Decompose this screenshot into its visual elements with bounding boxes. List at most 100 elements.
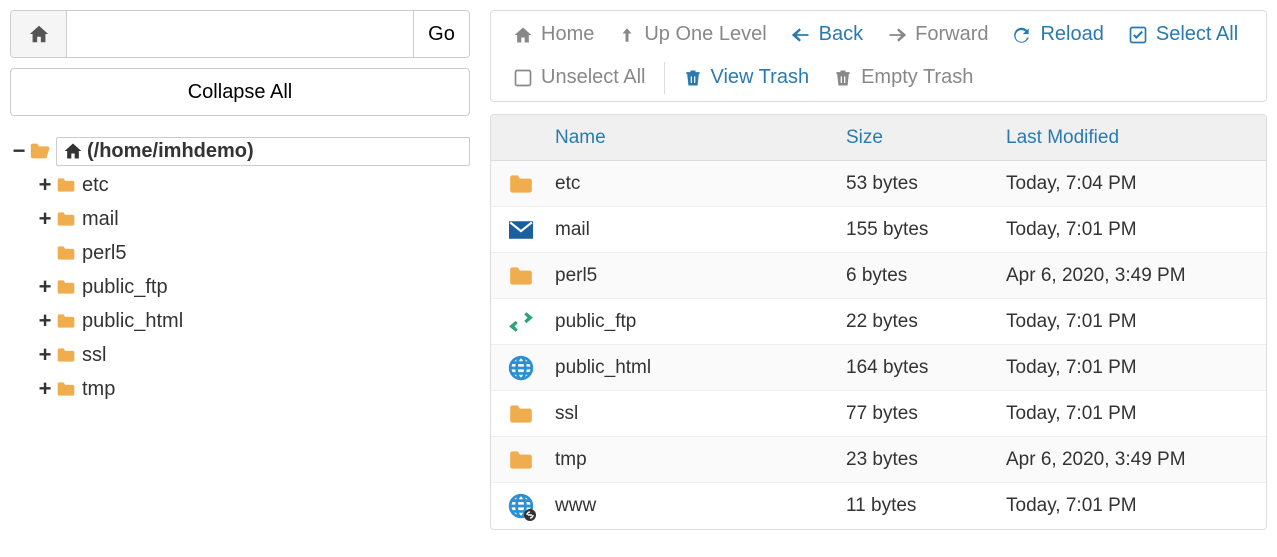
row-modified: Today, 7:04 PM: [1006, 173, 1266, 195]
toolbar: Home Up One Level Back Forward Reload Se…: [490, 10, 1267, 102]
row-icon: [491, 217, 551, 243]
folder-icon: [508, 171, 534, 197]
reload-icon: [1012, 25, 1032, 45]
toolbar-back[interactable]: Back: [779, 17, 875, 52]
toolbar-empty-trash[interactable]: Empty Trash: [821, 60, 985, 95]
row-name: etc: [551, 173, 846, 195]
toolbar-up[interactable]: Up One Level: [606, 17, 778, 52]
tree-item[interactable]: +public_ftp: [36, 270, 470, 304]
folder-icon: [54, 243, 78, 263]
row-icon: [491, 171, 551, 197]
row-icon: [491, 447, 551, 473]
toolbar-view-trash[interactable]: View Trash: [671, 60, 822, 95]
checkbox-empty-icon: [513, 68, 533, 88]
row-modified: Apr 6, 2020, 3:49 PM: [1006, 449, 1266, 471]
row-icon: [491, 263, 551, 289]
expander-icon[interactable]: +: [36, 208, 54, 230]
row-modified: Today, 7:01 PM: [1006, 403, 1266, 425]
tree-item[interactable]: + tmp: [36, 372, 470, 406]
tree-item[interactable]: perl5: [36, 236, 470, 270]
expander-icon[interactable]: +: [36, 174, 54, 196]
table-row[interactable]: tmp23 bytesApr 6, 2020, 3:49 PM: [491, 437, 1266, 483]
tree-item-label: tmp: [82, 378, 115, 401]
expander-icon[interactable]: +: [36, 344, 54, 366]
folder-icon: [54, 345, 78, 365]
arrow-up-icon: [618, 26, 636, 44]
folder-icon: [54, 311, 78, 331]
col-name-header[interactable]: Name: [551, 127, 846, 149]
tree-item[interactable]: + mail: [36, 202, 470, 236]
arrow-left-icon: [791, 25, 811, 45]
tree-item[interactable]: + public_html: [36, 304, 470, 338]
collapse-all-button[interactable]: Collapse All: [10, 68, 470, 116]
expander-icon[interactable]: −: [10, 140, 28, 162]
row-name: perl5: [551, 265, 846, 287]
folder-icon: [54, 277, 78, 297]
path-home-button[interactable]: [11, 11, 67, 57]
home-icon: [28, 23, 50, 45]
trash-icon: [683, 68, 703, 88]
row-size: 11 bytes: [846, 495, 1006, 517]
row-icon: [491, 355, 551, 381]
table-row[interactable]: www11 bytesToday, 7:01 PM: [491, 483, 1266, 529]
folder-open-icon: [28, 140, 52, 162]
toolbar-separator: [664, 62, 665, 94]
folder-icon: [54, 379, 78, 399]
col-size-header[interactable]: Size: [846, 127, 1006, 149]
home-icon: [513, 25, 533, 45]
expander-icon[interactable]: +: [36, 378, 54, 400]
col-modified-header[interactable]: Last Modified: [1006, 127, 1266, 149]
tree-root-text: (/home/imhdemo): [87, 140, 254, 163]
row-name: mail: [551, 219, 846, 241]
mail-icon: [508, 217, 534, 243]
folder-icon: [508, 447, 534, 473]
tree-item-label: etc: [82, 174, 109, 197]
toolbar-forward[interactable]: Forward: [875, 17, 1000, 52]
home-icon: [63, 141, 83, 161]
expander-icon[interactable]: +: [36, 276, 54, 298]
row-modified: Today, 7:01 PM: [1006, 311, 1266, 333]
row-size: 53 bytes: [846, 173, 1006, 195]
folder-icon: [54, 175, 78, 195]
arrow-right-icon: [887, 25, 907, 45]
row-name: tmp: [551, 449, 846, 471]
tree-item[interactable]: +ssl: [36, 338, 470, 372]
row-icon: [491, 309, 551, 335]
table-row[interactable]: ssl77 bytesToday, 7:01 PM: [491, 391, 1266, 437]
path-input[interactable]: [67, 11, 413, 57]
row-name: public_ftp: [551, 311, 846, 333]
expander-icon[interactable]: [36, 242, 54, 264]
row-modified: Today, 7:01 PM: [1006, 357, 1266, 379]
table-row[interactable]: perl56 bytesApr 6, 2020, 3:49 PM: [491, 253, 1266, 299]
expander-icon[interactable]: +: [36, 310, 54, 332]
path-bar: Go: [10, 10, 470, 58]
checkbox-checked-icon: [1128, 25, 1148, 45]
tree-root-label: (/home/imhdemo): [56, 137, 470, 166]
row-name: ssl: [551, 403, 846, 425]
table-row[interactable]: etc53 bytesToday, 7:04 PM: [491, 161, 1266, 207]
link-badge-icon: [523, 508, 537, 522]
toolbar-reload[interactable]: Reload: [1000, 17, 1115, 52]
row-modified: Today, 7:01 PM: [1006, 495, 1266, 517]
row-size: 6 bytes: [846, 265, 1006, 287]
row-size: 164 bytes: [846, 357, 1006, 379]
table-header: Name Size Last Modified: [491, 115, 1266, 161]
table-row[interactable]: public_html164 bytesToday, 7:01 PM: [491, 345, 1266, 391]
tree-item-label: mail: [82, 208, 119, 231]
trash-icon: [833, 68, 853, 88]
go-button[interactable]: Go: [413, 11, 469, 57]
table-row[interactable]: mail155 bytesToday, 7:01 PM: [491, 207, 1266, 253]
tree-item-label: public_html: [82, 310, 183, 333]
toolbar-select-all[interactable]: Select All: [1116, 17, 1250, 52]
tree-item[interactable]: + etc: [36, 168, 470, 202]
row-icon: [491, 401, 551, 427]
toolbar-home[interactable]: Home: [501, 17, 606, 52]
table-row[interactable]: public_ftp22 bytesToday, 7:01 PM: [491, 299, 1266, 345]
file-table: Name Size Last Modified etc53 bytesToday…: [490, 114, 1267, 530]
row-modified: Today, 7:01 PM: [1006, 219, 1266, 241]
tree-item-label: perl5: [82, 242, 126, 265]
folder-icon: [508, 401, 534, 427]
tree-root[interactable]: − (/home/imhdemo): [10, 134, 470, 168]
transfer-icon: [508, 309, 534, 335]
toolbar-unselect-all[interactable]: Unselect All: [501, 60, 658, 95]
